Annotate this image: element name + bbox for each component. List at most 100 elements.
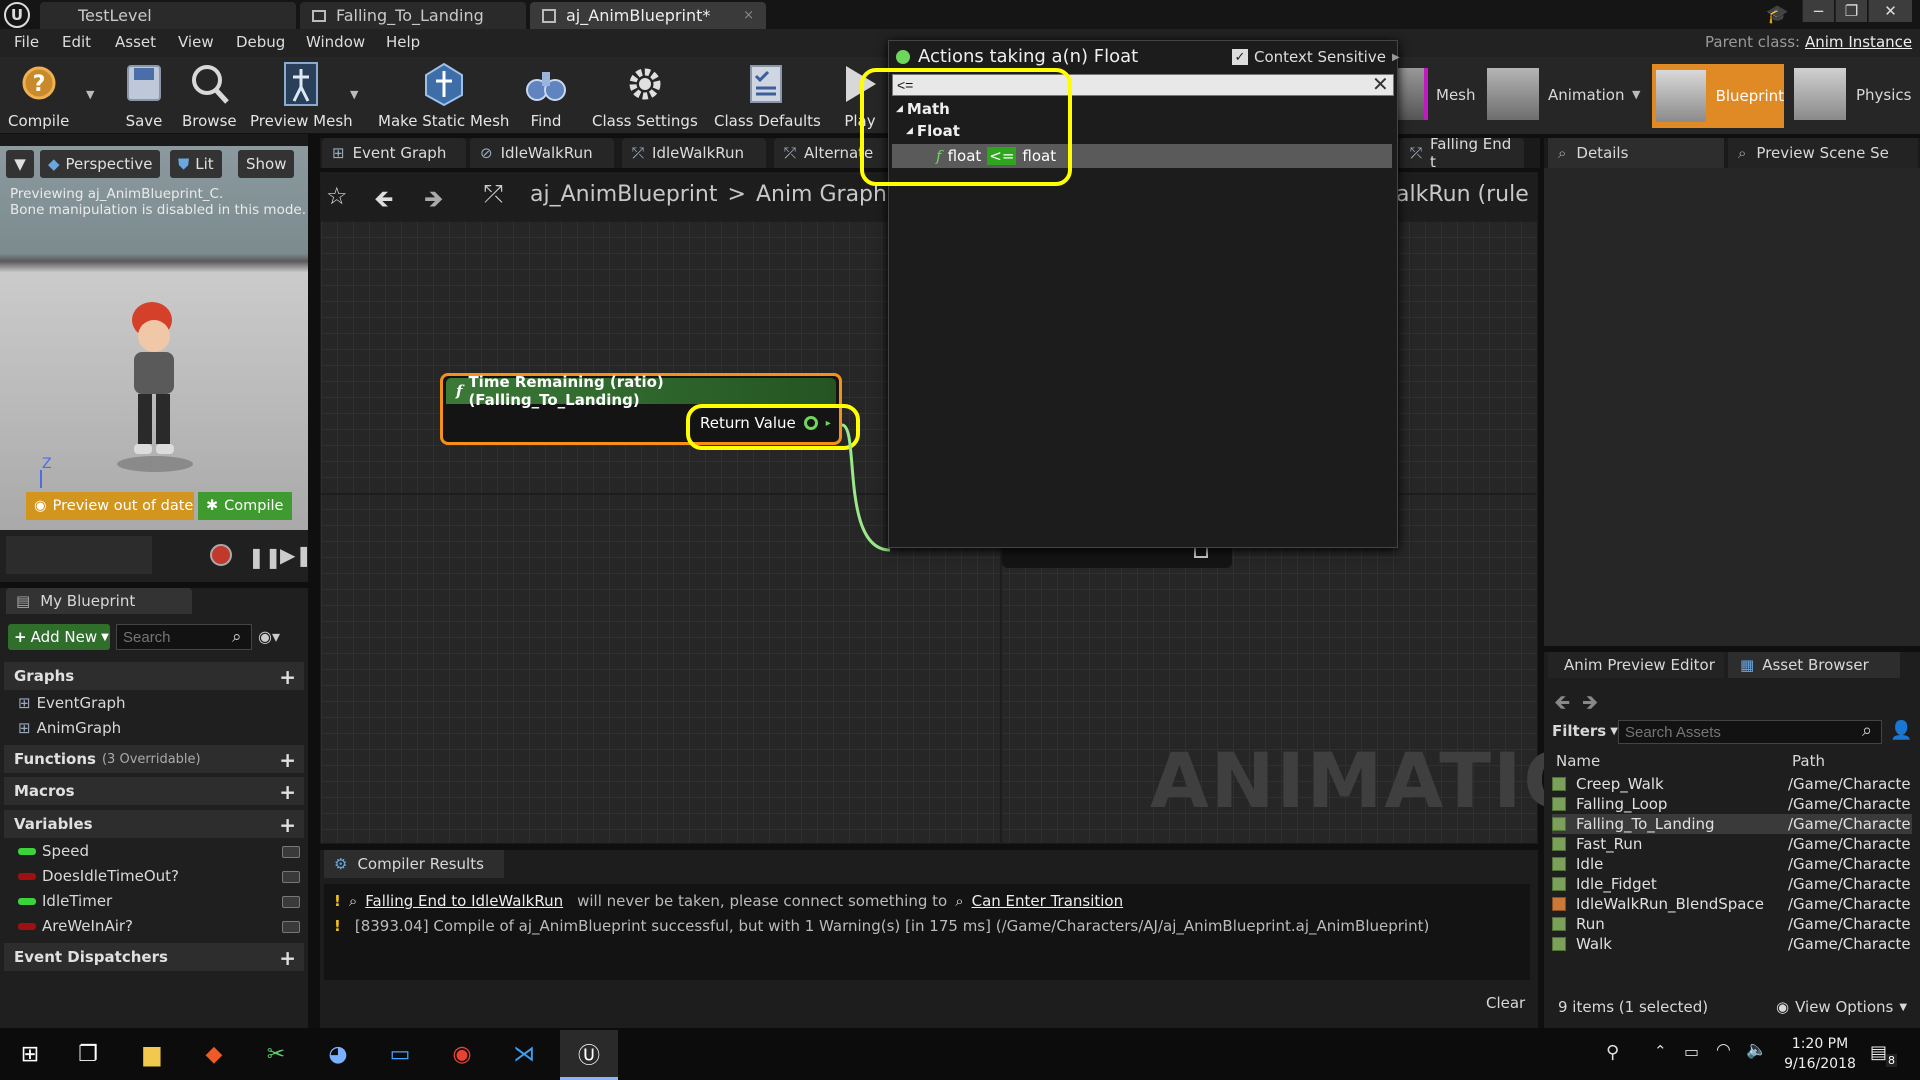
unreal-editor-icon[interactable]: Ⓤ xyxy=(560,1030,618,1080)
forward-arrow-icon[interactable]: 🡺 xyxy=(424,182,444,223)
battery-icon[interactable]: ▭ xyxy=(1684,1042,1699,1061)
menu-asset[interactable]: Asset xyxy=(115,33,156,51)
column-header-name[interactable]: Name xyxy=(1556,752,1600,770)
asset-row[interactable]: Run/Game/Characte xyxy=(1552,914,1912,934)
asset-row[interactable]: Creep_Walk/Game/Characte xyxy=(1552,774,1912,794)
back-arrow-icon[interactable]: 🡸 xyxy=(1554,688,1570,722)
view-options-button[interactable]: ◉ View Options ▼ xyxy=(1776,998,1907,1016)
vscode-icon[interactable]: ⋊ xyxy=(506,1036,542,1072)
clock[interactable]: 1:20 PM 9/16/2018 xyxy=(1780,1034,1860,1074)
asset-row[interactable]: Idle/Game/Characte xyxy=(1552,854,1912,874)
compile-options-dropdown[interactable]: ▼ xyxy=(86,88,94,101)
minimize-icon[interactable]: − xyxy=(1802,0,1834,22)
link-falling-end-transition[interactable]: Falling End to IdleWalkRun xyxy=(365,892,563,910)
record-icon[interactable] xyxy=(210,544,232,566)
preview-mesh-dropdown[interactable]: ▼ xyxy=(350,88,358,101)
tab-anim-preview-editor[interactable]: Anim Preview Editor xyxy=(1548,652,1724,678)
save-button[interactable]: Save xyxy=(122,60,166,130)
tool-icon[interactable]: ✂ xyxy=(258,1036,294,1072)
clear-button[interactable]: Clear xyxy=(1486,994,1525,1012)
event-dispatchers-section-header[interactable]: Event Dispatchers + xyxy=(4,943,304,971)
context-sensitive-toggle[interactable]: ✓ Context Sensitive ▶ xyxy=(1232,48,1400,66)
user-icon[interactable]: 👤 xyxy=(1890,720,1912,741)
restore-icon[interactable]: ❐ xyxy=(1835,0,1867,22)
menu-debug[interactable]: Debug xyxy=(236,33,285,51)
tab-preview-scene-settings[interactable]: ⌕ Preview Scene Se xyxy=(1728,138,1918,168)
asset-row[interactable]: Idle_Fidget/Game/Characte xyxy=(1552,874,1912,894)
asset-row[interactable]: IdleWalkRun_BlendSpace/Game/Characte xyxy=(1552,894,1912,914)
menu-window[interactable]: Window xyxy=(306,33,365,51)
animation-dropdown-icon[interactable]: ▼ xyxy=(1632,88,1640,101)
music-icon[interactable]: ▭ xyxy=(382,1036,418,1072)
breadcrumb-root[interactable]: aj_AnimBlueprint xyxy=(530,182,718,207)
filters-button[interactable]: Filters ▼ xyxy=(1552,722,1618,740)
column-header-path[interactable]: Path xyxy=(1792,752,1825,770)
step-forward-icon[interactable]: ▶❚ xyxy=(280,543,312,567)
class-settings-button[interactable]: Class Settings xyxy=(592,60,698,130)
tab-idlewalkrun-state[interactable]: ⊘ IdleWalkRun xyxy=(470,138,614,168)
variable-item-idletimer[interactable]: IdleTimer xyxy=(18,892,112,910)
graph-item-animgraph[interactable]: ⊞ AnimGraph xyxy=(18,719,121,737)
lit-button[interactable]: ⛊ Lit xyxy=(170,150,222,178)
preview-mesh-button[interactable]: Preview Mesh xyxy=(250,60,353,130)
asset-search-input[interactable] xyxy=(1618,720,1882,744)
browse-button[interactable]: Browse xyxy=(182,60,237,130)
chrome-icon[interactable]: ◉ xyxy=(444,1036,480,1072)
tab-asset-browser[interactable]: ▦ Asset Browser xyxy=(1728,652,1900,678)
menu-view[interactable]: View xyxy=(178,33,214,51)
clear-search-icon[interactable]: ✕ xyxy=(1372,72,1389,96)
tab-event-graph[interactable]: ⊞ Event Graph xyxy=(322,138,466,168)
variables-section-header[interactable]: Variables + xyxy=(4,810,304,838)
show-button[interactable]: Show xyxy=(238,150,295,178)
playback-timeline[interactable] xyxy=(6,536,152,574)
variable-visibility-icon[interactable] xyxy=(282,921,300,933)
class-defaults-button[interactable]: Class Defaults xyxy=(714,60,821,130)
menu-file[interactable]: File xyxy=(14,33,39,51)
menu-help[interactable]: Help xyxy=(386,33,420,51)
windows-start-icon[interactable]: ⊞ xyxy=(12,1036,48,1072)
tab-details[interactable]: ⌕ Details xyxy=(1548,138,1724,168)
tab-aj-animblueprint[interactable]: aj_AnimBlueprint* × xyxy=(530,2,766,29)
variable-item-areweinair[interactable]: AreWeInAir? xyxy=(18,917,133,935)
compile-button[interactable]: ? Compile xyxy=(8,60,69,130)
menu-edit[interactable]: Edit xyxy=(62,33,91,51)
view-options-eye-icon[interactable]: ◉▾ xyxy=(258,627,280,646)
add-variable-icon[interactable]: + xyxy=(279,813,296,837)
tab-my-blueprint[interactable]: ▤ My Blueprint xyxy=(6,588,192,614)
pause-icon[interactable]: ❚❚ xyxy=(248,545,282,569)
tab-testlevel[interactable]: TestLevel xyxy=(40,2,296,29)
wifi-icon[interactable]: ◠ xyxy=(1716,1040,1731,1060)
mode-animation[interactable]: Animation xyxy=(1548,86,1624,104)
task-view-icon[interactable]: ❐ xyxy=(70,1036,106,1072)
variable-item-speed[interactable]: Speed xyxy=(18,842,89,860)
favorite-star-icon[interactable]: ☆ xyxy=(326,182,348,210)
graphs-section-header[interactable]: Graphs + xyxy=(4,662,304,690)
find-button[interactable]: Find xyxy=(524,60,568,130)
functions-section-header[interactable]: Functions (3 Overridable) + xyxy=(4,745,304,773)
forward-arrow-icon[interactable]: 🡺 xyxy=(1582,688,1598,722)
asset-row-selected[interactable]: Falling_To_Landing/Game/Characte xyxy=(1552,814,1912,834)
graduation-cap-icon[interactable]: 🎓 xyxy=(1766,4,1788,25)
make-static-mesh-button[interactable]: Make Static Mesh xyxy=(378,60,509,130)
mode-physics[interactable]: Physics xyxy=(1856,86,1911,104)
graph-item-eventgraph[interactable]: ⊞ EventGraph xyxy=(18,694,126,712)
viewport-options-button[interactable]: ▼ xyxy=(6,150,34,178)
variable-item-doesidletimeout[interactable]: DoesIdleTimeOut? xyxy=(18,867,179,885)
add-new-button[interactable]: + Add New ▼ xyxy=(8,624,110,650)
variable-visibility-icon[interactable] xyxy=(282,896,300,908)
breadcrumb-current[interactable]: Anim Graph xyxy=(756,182,887,207)
add-function-icon[interactable]: + xyxy=(279,748,296,772)
tab-idlewalkrun-rule[interactable]: ⤱ IdleWalkRun xyxy=(622,138,766,168)
people-icon[interactable]: ⚲ xyxy=(1606,1042,1619,1063)
close-tab-icon[interactable]: × xyxy=(743,8,754,23)
tab-falling-end[interactable]: ⤱ Falling End t xyxy=(1400,138,1524,168)
action-center-icon[interactable]: ▤ xyxy=(1870,1042,1887,1063)
tab-falling-to-landing[interactable]: Falling_To_Landing xyxy=(300,2,526,29)
add-graph-icon[interactable]: + xyxy=(279,665,296,689)
close-window-icon[interactable]: ✕ xyxy=(1868,0,1912,22)
asset-row[interactable]: Walk/Game/Characte xyxy=(1552,934,1912,954)
variable-visibility-icon[interactable] xyxy=(282,871,300,883)
add-macro-icon[interactable]: + xyxy=(279,780,296,804)
variable-visibility-icon[interactable] xyxy=(282,846,300,858)
add-event-dispatcher-icon[interactable]: + xyxy=(279,946,296,970)
